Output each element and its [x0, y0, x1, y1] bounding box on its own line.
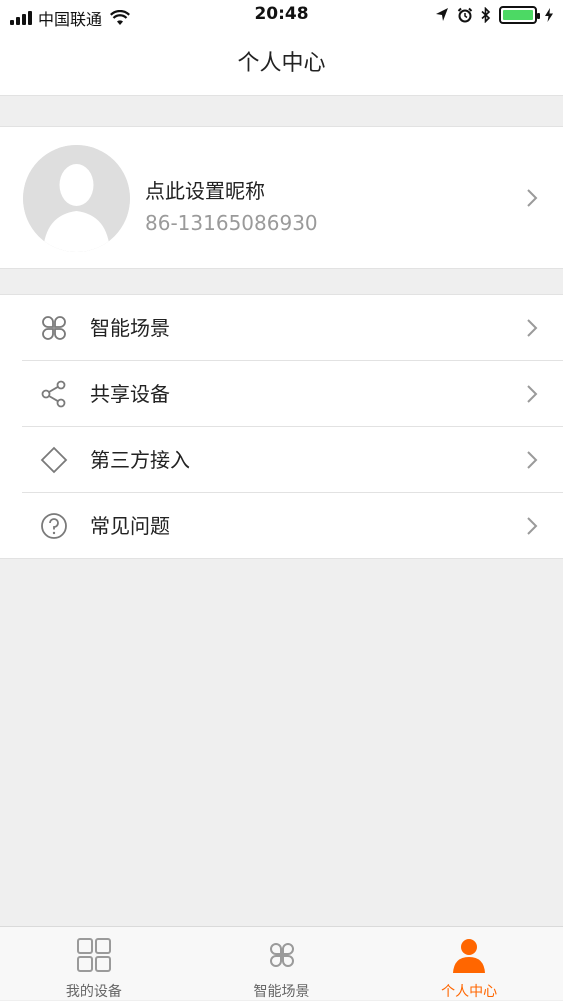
profile-card[interactable]: 点此设置昵称 86-13165086930	[0, 126, 563, 269]
tab-label: 个人中心	[441, 984, 498, 1000]
share-icon	[41, 380, 66, 408]
nav-bar: 个人中心	[0, 32, 563, 96]
menu-list: 智能场景 共享设备 第三方接入 常见问题	[0, 294, 563, 559]
status-bar: 中国联通 20:48	[0, 0, 563, 32]
avatar[interactable]	[23, 145, 130, 252]
person-icon	[453, 939, 486, 973]
diamond-icon	[40, 446, 68, 474]
chevron-right-icon	[527, 189, 538, 207]
status-right	[435, 6, 553, 24]
tab-smart-scene[interactable]: 智能场景	[188, 927, 376, 1000]
menu-item-label: 常见问题	[90, 514, 170, 538]
menu-item-third-party[interactable]: 第三方接入	[22, 427, 563, 493]
chevron-right-icon	[527, 517, 538, 535]
tab-my-devices[interactable]: 我的设备	[0, 927, 188, 1000]
tab-profile[interactable]: 个人中心	[375, 927, 563, 1000]
menu-item-share-device[interactable]: 共享设备	[22, 361, 563, 427]
tab-bar: 我的设备 智能场景 个人中心	[0, 926, 563, 1000]
tab-label: 我的设备	[65, 984, 122, 1000]
menu-item-label: 共享设备	[90, 382, 170, 406]
default-avatar-icon	[23, 145, 130, 252]
scene-icon	[269, 943, 294, 967]
chevron-right-icon	[527, 319, 538, 337]
battery-icon	[499, 6, 540, 24]
chevron-right-icon	[527, 451, 538, 469]
menu-item-smart-scene[interactable]: 智能场景	[22, 295, 563, 361]
tab-label: 智能场景	[253, 984, 310, 1000]
charging-icon	[545, 8, 553, 22]
phone-number: 86-13165086930	[145, 211, 318, 235]
help-icon	[41, 513, 67, 539]
menu-item-faq[interactable]: 常见问题	[0, 493, 563, 559]
menu-item-label: 第三方接入	[90, 448, 190, 472]
menu-item-label: 智能场景	[90, 316, 170, 340]
alarm-icon	[457, 7, 473, 23]
page-title: 个人中心	[237, 51, 326, 76]
location-icon	[436, 8, 448, 21]
grid-icon	[76, 938, 111, 972]
bluetooth-icon	[481, 7, 491, 23]
chevron-right-icon	[527, 385, 538, 403]
scene-icon	[42, 316, 66, 340]
nickname-label: 点此设置昵称	[145, 179, 265, 203]
battery-level	[503, 10, 533, 20]
